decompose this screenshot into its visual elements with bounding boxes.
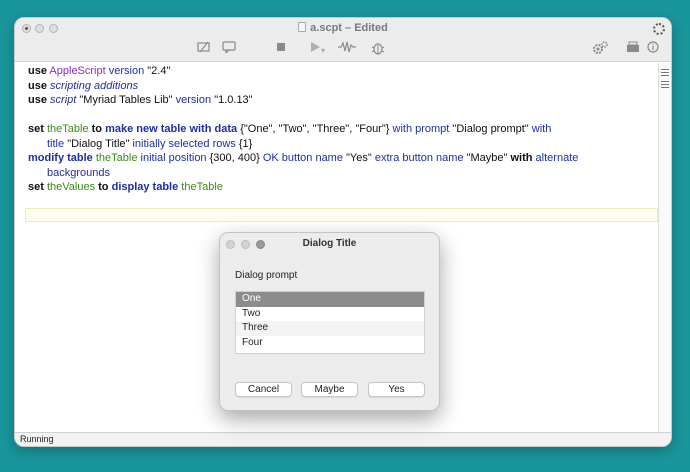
scripting-additions: scripting additions xyxy=(50,79,139,92)
string-literal: "Dialog prompt" xyxy=(452,123,529,135)
command: display table xyxy=(111,181,179,193)
table-row[interactable]: Four xyxy=(236,336,424,351)
code-line-1: use AppleScript version "2.4" xyxy=(28,64,660,79)
progress-spinner-icon xyxy=(653,23,665,35)
property: alternate xyxy=(535,152,579,164)
variable: theTable xyxy=(46,123,89,135)
library-icon[interactable] xyxy=(626,41,640,55)
ruler-mark xyxy=(661,72,669,73)
code-line-8: backgrounds xyxy=(28,166,660,181)
record-icon[interactable] xyxy=(338,41,356,55)
property: backgrounds xyxy=(47,166,110,179)
keyword: use xyxy=(28,94,47,106)
keyword: set xyxy=(28,181,44,193)
info-icon[interactable] xyxy=(647,41,659,55)
keyword: to xyxy=(91,123,103,135)
keyword: use xyxy=(28,79,47,92)
ruler-mark xyxy=(661,84,669,85)
dialog-prompt: Dialog prompt xyxy=(235,270,298,281)
yes-button[interactable]: Yes xyxy=(368,382,425,397)
run-button[interactable]: ▾ xyxy=(304,41,330,55)
script-class: script xyxy=(50,94,77,106)
property: initially selected rows xyxy=(132,137,236,150)
list-literal: {1} xyxy=(238,137,253,150)
ruler-mark xyxy=(661,87,669,88)
code-line-7: modify table theTable initial position {… xyxy=(28,151,660,166)
string-literal: "2.4" xyxy=(147,65,171,77)
document-icon xyxy=(298,22,307,32)
keyword: to xyxy=(98,181,109,193)
string-literal: "1.0.13" xyxy=(214,94,253,106)
code-line-5: set theTable to make new table with data… xyxy=(28,122,660,137)
code-line-9: set theValues to display table theTable xyxy=(28,180,660,195)
property: title xyxy=(47,137,65,150)
bug-icon[interactable] xyxy=(371,41,385,55)
keyword: use xyxy=(28,65,47,77)
string-literal: "Yes" xyxy=(346,152,372,164)
window-title: a.scpt – Edited xyxy=(310,22,388,34)
show-log-icon[interactable] xyxy=(222,41,236,55)
status-bar: Running xyxy=(15,432,671,446)
property: OK button name xyxy=(262,152,343,164)
maybe-button[interactable]: Maybe xyxy=(301,382,358,397)
string-literal: "Maybe" xyxy=(466,152,508,164)
keyword: with xyxy=(510,152,533,164)
property: with xyxy=(531,123,552,135)
property: with prompt xyxy=(392,123,450,135)
ruler-mark xyxy=(661,81,669,82)
title-bar: a.scpt – Edited ▾ xyxy=(15,18,671,62)
list-literal: {300, 400} xyxy=(209,152,260,164)
variable: theTable xyxy=(181,181,223,193)
variable: theTable xyxy=(95,152,138,164)
ruler-mark xyxy=(661,69,669,70)
code-line-3: use script "Myriad Tables Lib" version "… xyxy=(28,93,660,108)
ruler-mark xyxy=(661,75,669,76)
stop-icon[interactable] xyxy=(275,41,287,55)
string-literal: "Dialog Title" xyxy=(67,137,130,150)
chevron-down-icon: ▾ xyxy=(320,46,325,55)
property: version xyxy=(108,65,145,77)
compile-icon[interactable] xyxy=(197,41,211,55)
keyword: set xyxy=(28,123,44,135)
property: initial position xyxy=(140,152,207,164)
dialog-title: Dialog Title xyxy=(302,238,357,249)
command: modify table xyxy=(28,152,93,164)
code-line-2: use scripting additions xyxy=(28,79,660,94)
editor-side-ruler[interactable] xyxy=(658,63,671,433)
status-text: Running xyxy=(20,434,54,444)
property: extra button name xyxy=(374,152,464,164)
cancel-button[interactable]: Cancel xyxy=(235,382,292,397)
code-line-6: title "Dialog Title" initially selected … xyxy=(28,137,660,152)
property: version xyxy=(175,94,212,106)
dialog-window: Dialog Title Dialog prompt One Two Three… xyxy=(219,232,440,411)
dialog-table[interactable]: One Two Three Four xyxy=(235,291,425,354)
variable: theValues xyxy=(46,181,96,193)
table-row[interactable]: One xyxy=(236,292,424,307)
table-row[interactable]: Three xyxy=(236,321,424,336)
table-row[interactable]: Two xyxy=(236,307,424,322)
list-literal: {"One", "Two", "Three", "Four"} xyxy=(240,123,390,135)
command: make new table with data xyxy=(105,123,238,135)
settings-icon[interactable] xyxy=(592,41,608,55)
class-name: AppleScript xyxy=(49,65,106,77)
window-title-area: a.scpt – Edited xyxy=(15,22,671,34)
string-literal: "Myriad Tables Lib" xyxy=(79,94,173,106)
